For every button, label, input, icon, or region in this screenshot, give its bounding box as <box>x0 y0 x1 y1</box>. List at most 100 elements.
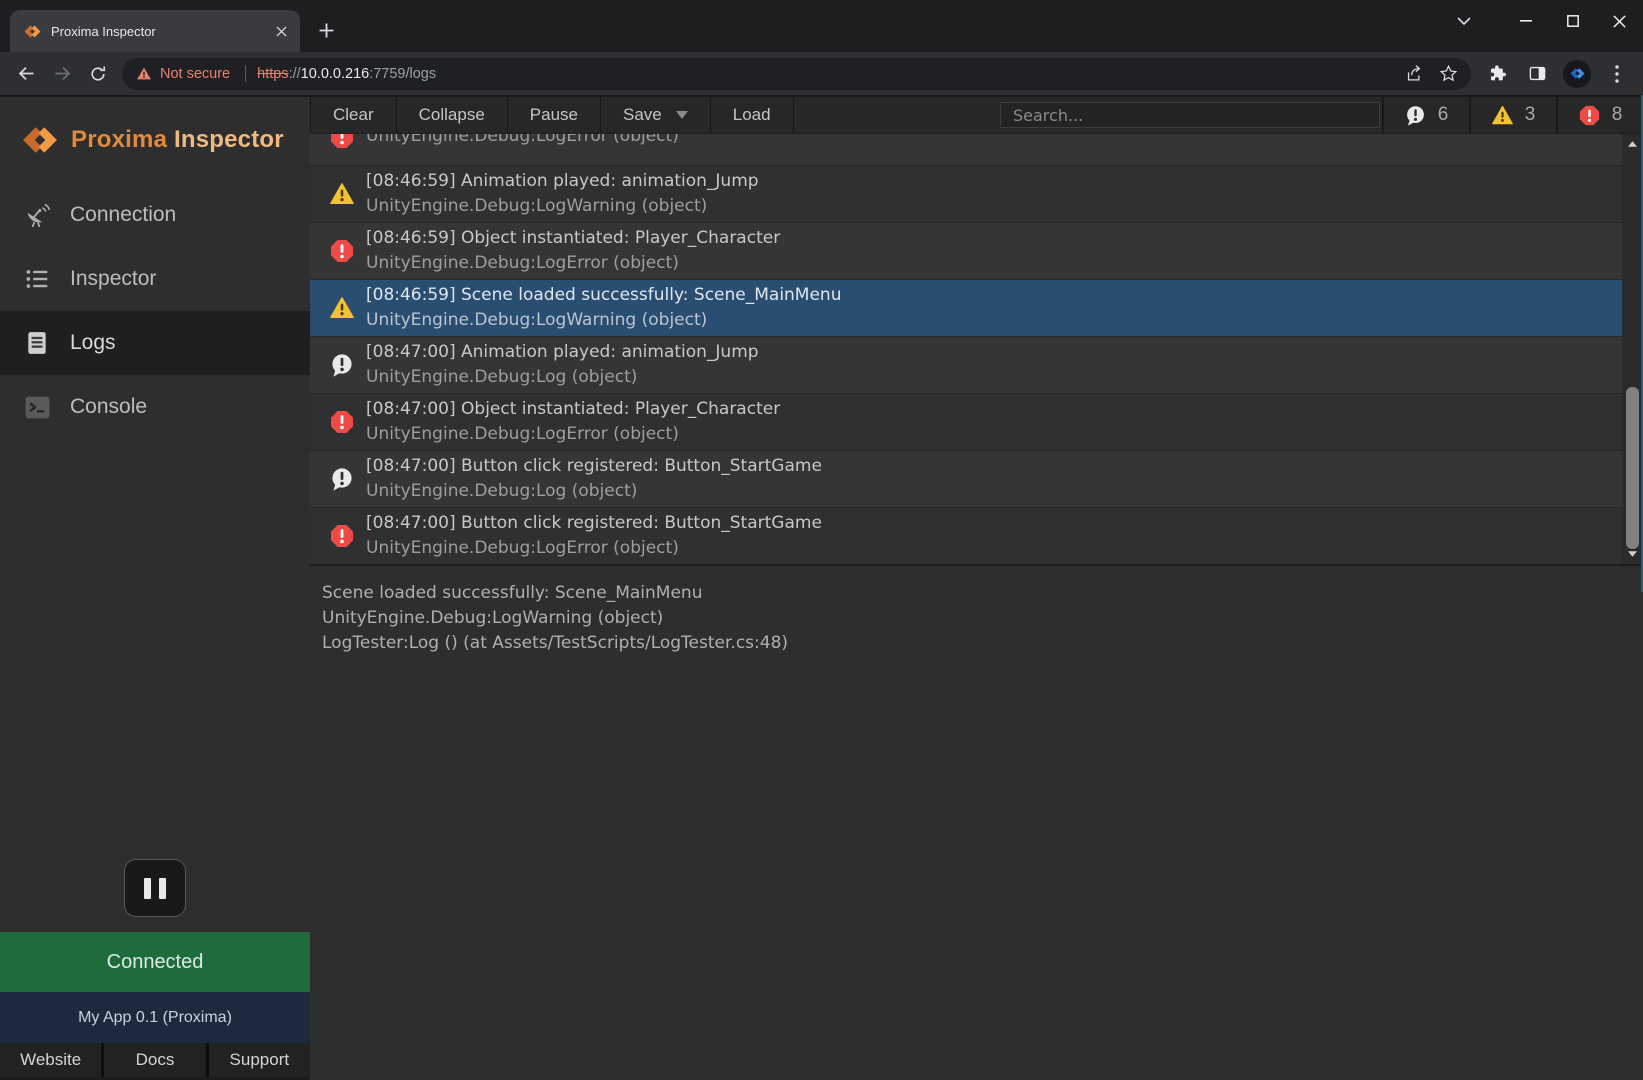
error-octagon-icon <box>1579 105 1600 126</box>
warning-triangle-icon <box>330 182 354 206</box>
log-stacktrace: UnityEngine.Debug:LogError (object) <box>366 422 780 447</box>
sidebar-item-label: Logs <box>70 331 116 355</box>
log-stacktrace: UnityEngine.Debug:LogError (object) <box>366 536 822 561</box>
error-octagon-icon <box>330 410 354 434</box>
pause-icon <box>144 878 151 899</box>
support-link[interactable]: Support <box>209 1043 310 1077</box>
back-icon[interactable] <box>8 56 44 92</box>
pause-stream-button[interactable] <box>124 859 186 917</box>
log-message: [08:47:00] Button click registered: Butt… <box>366 454 822 479</box>
log-row[interactable]: [08:46:59] Object instantiated: Player_C… <box>310 222 1622 279</box>
info-count: 6 <box>1438 104 1449 126</box>
detail-stacktrace-2: LogTester:Log () (at Assets/TestScripts/… <box>322 631 1643 656</box>
save-button[interactable]: Save <box>601 97 711 133</box>
log-message: [08:46:59] Object instantiated: Player_C… <box>366 226 780 251</box>
scrollbar-thumb[interactable] <box>1626 387 1639 549</box>
sidebar-item-label: Connection <box>70 203 176 227</box>
warning-count-filter[interactable]: 3 <box>1469 97 1556 133</box>
log-stacktrace: UnityEngine.Debug:LogError (object) <box>366 134 679 149</box>
info-bubble-icon <box>1405 105 1426 126</box>
error-count-filter[interactable]: 8 <box>1556 97 1643 133</box>
extensions-puzzle-icon[interactable] <box>1479 56 1515 92</box>
log-message: [08:47:00] Object instantiated: Player_C… <box>366 397 780 422</box>
log-row[interactable]: [08:47:00] Button click registered: Butt… <box>310 507 1622 564</box>
reload-icon[interactable] <box>80 56 116 92</box>
forward-icon[interactable] <box>44 56 80 92</box>
log-row[interactable]: UnityEngine.Debug:LogError (object) <box>310 134 1622 165</box>
error-octagon-icon <box>330 239 354 263</box>
log-message: [08:46:59] Animation played: animation_J… <box>366 169 759 194</box>
warning-triangle-icon <box>330 296 354 320</box>
log-stacktrace: UnityEngine.Debug:Log (object) <box>366 479 822 504</box>
log-stacktrace: UnityEngine.Debug:LogWarning (object) <box>366 308 842 333</box>
collapse-button[interactable]: Collapse <box>397 97 508 133</box>
profile-avatar[interactable] <box>1559 56 1595 92</box>
warning-triangle-icon <box>1492 105 1513 126</box>
info-bubble-icon <box>330 353 354 377</box>
sidebar-item-label: Console <box>70 395 147 419</box>
proxima-logo-icon <box>22 125 58 155</box>
share-icon[interactable] <box>1397 59 1431 89</box>
log-list: UnityEngine.Debug:LogError (object) [08:… <box>310 134 1643 564</box>
sidebar-footer: Website Docs Support <box>0 1043 310 1077</box>
sidebar-item-logs[interactable]: Logs <box>0 311 310 375</box>
save-dropdown-caret-icon[interactable] <box>676 111 688 119</box>
info-bubble-icon <box>330 467 354 491</box>
logs-toolbar: Clear Collapse Pause Save Load 6 <box>310 97 1643 134</box>
brand-title: Proxima Inspector <box>71 126 284 154</box>
security-label[interactable]: Not secure <box>160 66 230 82</box>
log-row-selected[interactable]: [08:46:59] Scene loaded successfully: Sc… <box>310 279 1622 336</box>
sidebar-item-connection[interactable]: Connection <box>0 183 310 247</box>
log-row[interactable]: [08:47:00] Button click registered: Butt… <box>310 450 1622 507</box>
tab-title: Proxima Inspector <box>51 24 272 39</box>
log-row[interactable]: [08:47:00] Animation played: animation_J… <box>310 336 1622 393</box>
load-button[interactable]: Load <box>711 97 794 133</box>
browser-tab[interactable]: Proxima Inspector <box>10 10 300 52</box>
error-octagon-icon <box>330 524 354 548</box>
sidebar-item-console[interactable]: Console <box>0 375 310 439</box>
log-message: [08:47:00] Animation played: animation_J… <box>366 340 759 365</box>
app-info-label: My App 0.1 (Proxima) <box>0 992 310 1043</box>
sidebar: Proxima Inspector Connection <box>0 97 310 1080</box>
omnibox[interactable]: Not secure https://10.0.0.216:7759/logs <box>122 58 1471 90</box>
url-text: https://10.0.0.216:7759/logs <box>257 66 436 82</box>
omnibox-divider <box>245 65 246 82</box>
side-panel-icon[interactable] <box>1519 56 1555 92</box>
docs-link[interactable]: Docs <box>104 1043 205 1077</box>
list-icon <box>22 266 52 292</box>
window-close-button[interactable] <box>1596 0 1643 42</box>
scroll-up-icon[interactable] <box>1622 136 1643 152</box>
proxima-logo[interactable]: Proxima Inspector <box>0 97 310 161</box>
window-maximize-button[interactable] <box>1549 0 1596 42</box>
info-count-filter[interactable]: 6 <box>1382 97 1469 133</box>
log-scrollbar[interactable] <box>1622 134 1643 564</box>
detail-stacktrace-1: UnityEngine.Debug:LogWarning (object) <box>322 606 1643 631</box>
search-input[interactable] <box>1000 102 1380 128</box>
log-detail-panel: Scene loaded successfully: Scene_MainMen… <box>310 564 1643 1080</box>
window-minimize-button[interactable] <box>1502 0 1549 42</box>
detail-message: Scene loaded successfully: Scene_MainMen… <box>322 581 1643 606</box>
browser-addressbar: Not secure https://10.0.0.216:7759/logs <box>0 52 1643 95</box>
bookmark-star-icon[interactable] <box>1431 59 1465 89</box>
error-octagon-icon <box>330 134 354 149</box>
log-message: [08:47:00] Button click registered: Butt… <box>366 511 822 536</box>
warning-count: 3 <box>1525 104 1536 126</box>
scroll-down-icon[interactable] <box>1622 546 1643 562</box>
error-count: 8 <box>1612 104 1623 126</box>
log-row[interactable]: [08:47:00] Object instantiated: Player_C… <box>310 393 1622 450</box>
tab-close-icon[interactable] <box>272 22 290 40</box>
logs-page: Clear Collapse Pause Save Load 6 <box>310 97 1643 1080</box>
log-stacktrace: UnityEngine.Debug:Log (object) <box>366 365 759 390</box>
sidebar-item-inspector[interactable]: Inspector <box>0 247 310 311</box>
new-tab-button[interactable] <box>312 16 340 44</box>
clear-button[interactable]: Clear <box>310 97 397 133</box>
satellite-dish-icon <box>22 202 52 229</box>
tab-search-chevron-icon[interactable] <box>1444 0 1484 42</box>
log-message: [08:46:59] Scene loaded successfully: Sc… <box>366 283 842 308</box>
menu-kebab-icon[interactable] <box>1599 56 1635 92</box>
website-link[interactable]: Website <box>0 1043 101 1077</box>
pause-button[interactable]: Pause <box>508 97 601 133</box>
sidebar-item-label: Inspector <box>70 267 156 291</box>
proxima-favicon-icon <box>24 24 41 39</box>
log-row[interactable]: [08:46:59] Animation played: animation_J… <box>310 165 1622 222</box>
